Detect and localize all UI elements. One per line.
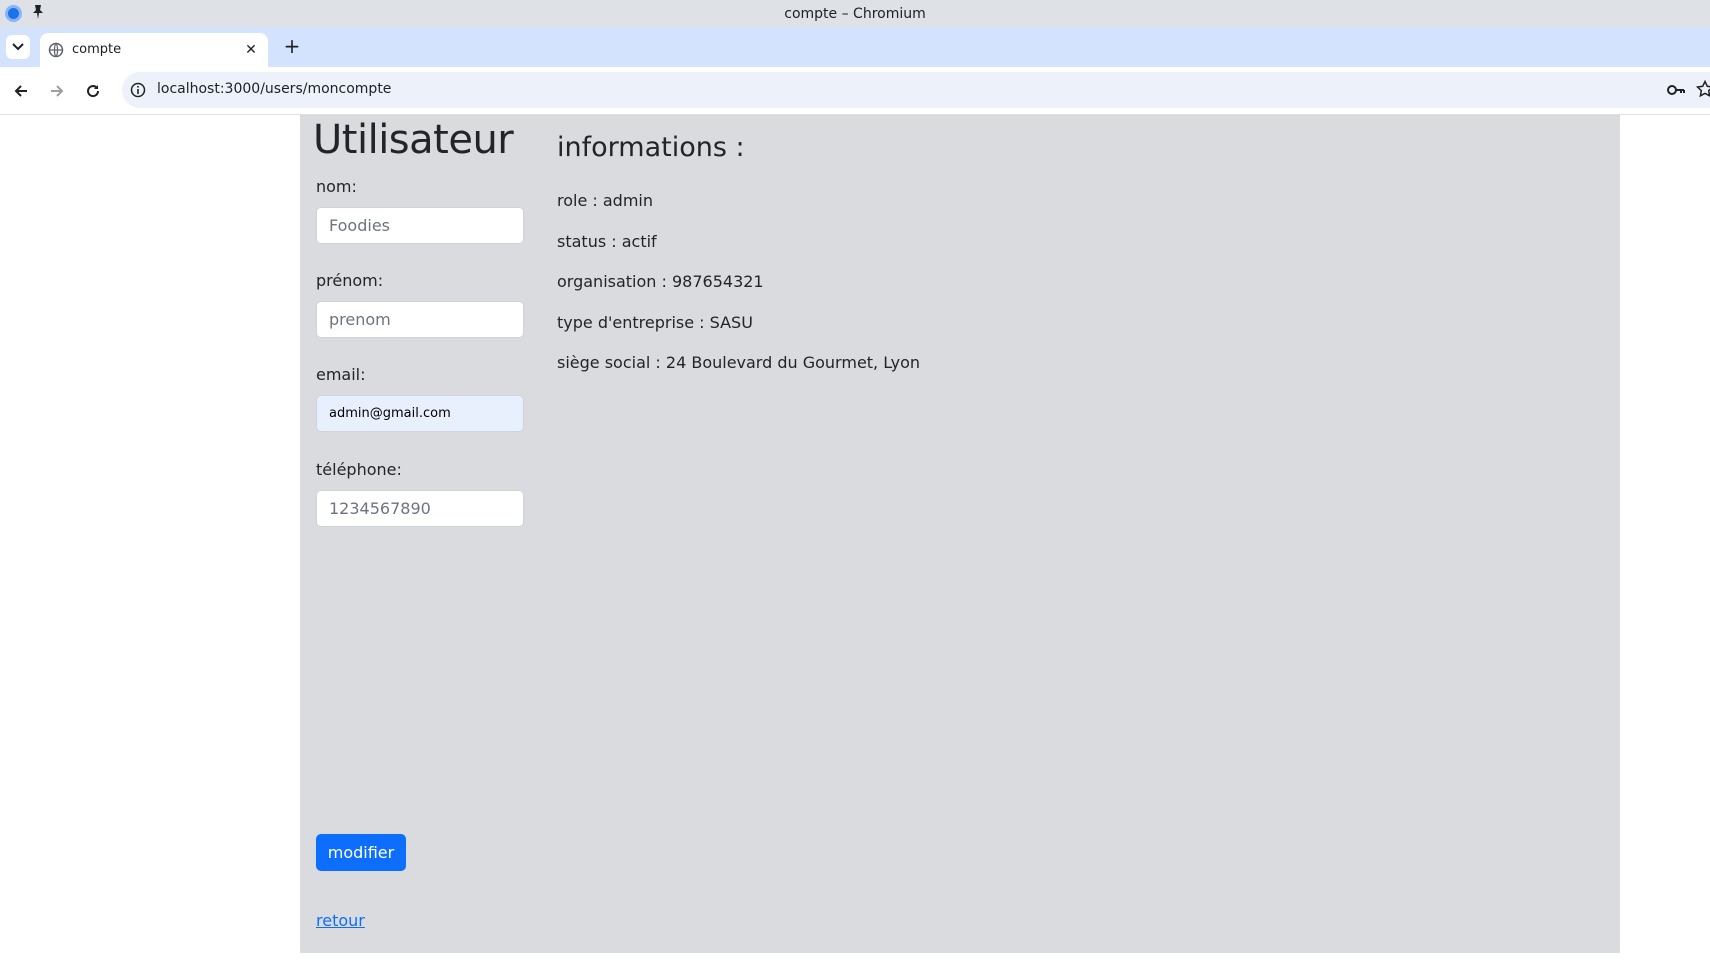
telephone-label: téléphone: xyxy=(316,460,402,479)
informations-title: informations : xyxy=(557,132,745,163)
forward-icon xyxy=(51,85,64,97)
url-text[interactable]: localhost:3000/users/moncompte xyxy=(157,81,391,97)
user-title: Utilisateur xyxy=(313,117,514,163)
nom-input[interactable] xyxy=(316,207,524,244)
telephone-input[interactable] xyxy=(316,490,524,527)
back-link[interactable]: retour xyxy=(316,911,365,930)
info-line-organisation: organisation : 987654321 xyxy=(557,272,764,291)
reload-button[interactable] xyxy=(81,79,105,103)
nom-label: nom: xyxy=(316,177,357,196)
info-line-headquarters: siège social : 24 Boulevard du Gourmet, … xyxy=(557,353,921,372)
forward-button[interactable] xyxy=(45,79,69,103)
info-icon[interactable] xyxy=(130,82,146,98)
page-content: Utilisateur nom: prénom: email: téléphon… xyxy=(0,115,1710,969)
new-tab-button[interactable]: + xyxy=(281,36,303,58)
reload-icon xyxy=(87,85,100,98)
globe-icon xyxy=(48,42,64,58)
info-line-status: status : actif xyxy=(557,232,657,251)
tab-list-button[interactable] xyxy=(6,35,30,59)
prenom-input[interactable] xyxy=(316,301,524,338)
star-icon[interactable] xyxy=(1695,79,1710,98)
browser-toolbar: localhost:3000/users/moncompte xyxy=(0,67,1710,115)
email-label: email: xyxy=(316,365,366,384)
info-line-role: role : admin xyxy=(557,191,653,210)
tab-compte[interactable]: compte ✕ xyxy=(40,33,268,67)
back-icon xyxy=(14,85,27,97)
window-title: compte – Chromium xyxy=(784,6,926,22)
key-icon[interactable] xyxy=(1666,82,1686,98)
tab-list-icon xyxy=(12,43,24,51)
plus-icon: + xyxy=(283,34,301,58)
email-input[interactable] xyxy=(316,395,524,432)
info-line-company-type: type d'entreprise : SASU xyxy=(557,313,753,332)
account-panel: Utilisateur nom: prénom: email: téléphon… xyxy=(300,115,1620,953)
tab-strip: compte ✕ + xyxy=(0,27,1710,67)
back-button[interactable] xyxy=(9,79,33,103)
close-icon[interactable]: ✕ xyxy=(242,41,260,59)
tab-title: compte xyxy=(72,42,122,57)
prenom-label: prénom: xyxy=(316,271,384,290)
modify-button[interactable]: modifier xyxy=(316,834,406,871)
address-bar[interactable]: localhost:3000/users/moncompte xyxy=(122,72,1710,108)
title-bar: compte – Chromium xyxy=(0,0,1710,27)
